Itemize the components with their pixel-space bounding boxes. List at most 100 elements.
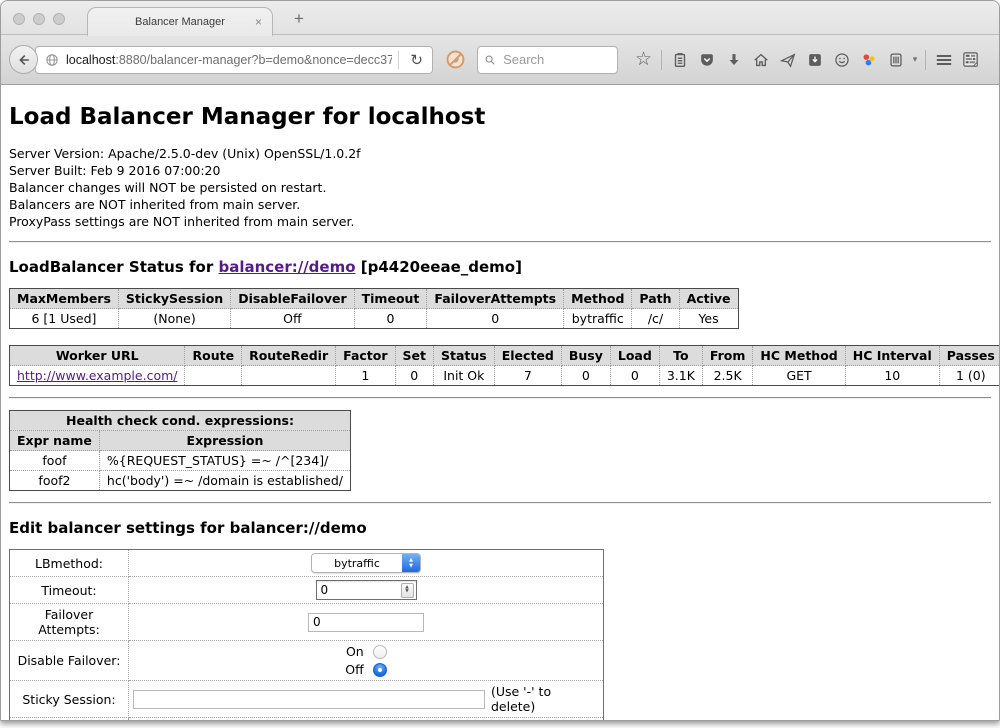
radio-off[interactable] <box>373 663 387 677</box>
notice-line: Balancers are NOT inherited from main se… <box>9 196 991 213</box>
table-header-row: MaxMembers StickySession DisableFailover… <box>10 289 739 309</box>
tab-bar: Balancer Manager × + <box>1 1 999 35</box>
reading-list-button[interactable] <box>666 45 693 75</box>
search-bar[interactable] <box>477 46 618 74</box>
search-icon <box>484 53 496 67</box>
navigation-toolbar: localhost:8880/balancer-manager?b=demo&n… <box>1 35 999 85</box>
window-minimize-button[interactable] <box>33 13 45 25</box>
container-button[interactable] <box>882 45 909 75</box>
tab-title: Balancer Manager <box>135 16 225 28</box>
toolbar-icons: ☆ ▾ <box>630 45 984 75</box>
column-header: To <box>659 346 702 366</box>
cell-elected: 7 <box>494 366 561 386</box>
form-row-failover-attempts: Failover Attempts: <box>10 604 604 641</box>
cell-expr-name: foof <box>10 451 100 471</box>
extension-grid-icon <box>961 50 980 69</box>
toolbar-overflow-caret-icon[interactable]: ▾ <box>909 54 921 65</box>
cell-path: /c/ <box>632 309 679 329</box>
send-button[interactable] <box>774 45 801 75</box>
column-header: Expr name <box>10 431 100 451</box>
bookmark-star-button[interactable]: ☆ <box>630 45 657 75</box>
cell-stickysession: (None) <box>118 309 230 329</box>
disable-failover-label: Disable Failover: <box>10 641 129 681</box>
back-button[interactable] <box>9 45 38 74</box>
column-header: RouteRedir <box>242 346 336 366</box>
column-header: Passes <box>939 346 999 366</box>
column-header: DisableFailover <box>231 289 354 309</box>
column-header: StickySession <box>118 289 230 309</box>
paper-plane-icon <box>779 51 797 69</box>
timeout-field: ▲▼ <box>316 580 417 600</box>
expr-row: foof2 hc('body') =~ /domain is establish… <box>10 471 351 491</box>
window-close-button[interactable] <box>13 13 25 25</box>
chat-button[interactable] <box>828 45 855 75</box>
server-built-line: Server Built: Feb 9 2016 07:00:20 <box>9 162 991 179</box>
notice-line: ProxyPass settings are NOT inherited fro… <box>9 213 991 230</box>
column-header: Timeout <box>354 289 427 309</box>
pocket-button[interactable] <box>693 45 720 75</box>
home-button[interactable] <box>747 45 774 75</box>
url-host: localhost <box>66 53 115 67</box>
cell-hc-interval: 10 <box>845 366 939 386</box>
table-header-row: Expr name Expression <box>10 431 351 451</box>
timeout-label: Timeout: <box>10 577 129 604</box>
timeout-input[interactable] <box>317 583 401 597</box>
menu-button[interactable] <box>930 45 957 75</box>
bookmark-star-icon: ☆ <box>635 50 652 69</box>
radio-on-label: On <box>346 644 364 659</box>
download-button[interactable] <box>720 45 747 75</box>
separator <box>9 397 991 399</box>
status-heading-suffix: [p4420eeae_demo] <box>356 258 522 276</box>
radio-on[interactable] <box>373 645 387 659</box>
box-download-icon <box>806 51 824 69</box>
cell-expression: %{REQUEST_STATUS} =~ /^[234]/ <box>99 451 350 471</box>
number-stepper-icon[interactable]: ▲▼ <box>401 583 414 598</box>
expr-row: foof %{REQUEST_STATUS} =~ /^[234]/ <box>10 451 351 471</box>
column-header: Route <box>185 346 242 366</box>
balancer-demo-link[interactable]: balancer://demo <box>218 258 355 276</box>
reload-button[interactable]: ↻ <box>405 51 428 69</box>
table-title-row: Health check cond. expressions: <box>10 411 351 431</box>
column-header: HC Interval <box>845 346 939 366</box>
lbmethod-selected-value: bytraffic <box>312 554 402 572</box>
smiley-icon <box>833 51 851 69</box>
search-input[interactable] <box>501 51 611 68</box>
cell-factor: 1 <box>336 366 395 386</box>
balancer-status-table: MaxMembers StickySession DisableFailover… <box>9 288 739 329</box>
cell-routeredir <box>242 366 336 386</box>
cell-passes: 1 (0) <box>939 366 999 386</box>
form-row-disable-failover: Disable Failover: On Off <box>10 641 604 681</box>
new-tab-button[interactable]: + <box>287 9 311 29</box>
column-header: Busy <box>561 346 610 366</box>
form-row-sticky-session: Sticky Session: (Use '-' to delete) <box>10 681 604 718</box>
clipboard-icon <box>671 51 689 69</box>
container-icon <box>887 51 905 69</box>
select-stepper-icon: ▲▼ <box>402 554 420 572</box>
pocket-icon <box>698 51 716 69</box>
health-check-table: Health check cond. expressions: Expr nam… <box>9 410 351 491</box>
tab-close-icon[interactable]: × <box>255 15 262 29</box>
window-zoom-button[interactable] <box>53 13 65 25</box>
urlbar-divider <box>398 51 399 69</box>
content-blocker-icon[interactable] <box>445 49 466 70</box>
column-header: Elected <box>494 346 561 366</box>
failover-attempts-input[interactable] <box>308 613 424 632</box>
health-check-title: Health check cond. expressions: <box>10 411 351 431</box>
sticky-session-input[interactable] <box>133 690 485 709</box>
worker-url-link[interactable]: http://www.example.com/ <box>17 368 177 383</box>
browser-window: Balancer Manager × + localhost:8880/bala… <box>0 0 1000 721</box>
extension-colors-button[interactable] <box>855 45 882 75</box>
cell-worker-url: http://www.example.com/ <box>10 366 185 386</box>
cell-disablefailover: Off <box>231 309 354 329</box>
extension-panel-button[interactable] <box>957 45 984 75</box>
tab-balancer-manager[interactable]: Balancer Manager × <box>87 7 273 36</box>
window-controls <box>13 13 65 25</box>
url-bar[interactable]: localhost:8880/balancer-manager?b=demo&n… <box>35 46 433 74</box>
lbmethod-label: LBmethod: <box>10 550 129 577</box>
column-header: Status <box>434 346 495 366</box>
lbmethod-select[interactable]: bytraffic ▲▼ <box>311 553 421 573</box>
save-panel-button[interactable] <box>801 45 828 75</box>
column-header: Method <box>564 289 632 309</box>
sticky-session-label: Sticky Session: <box>10 681 129 718</box>
url-path: :8880/balancer-manager?b=demo&nonce=decc… <box>115 53 392 67</box>
